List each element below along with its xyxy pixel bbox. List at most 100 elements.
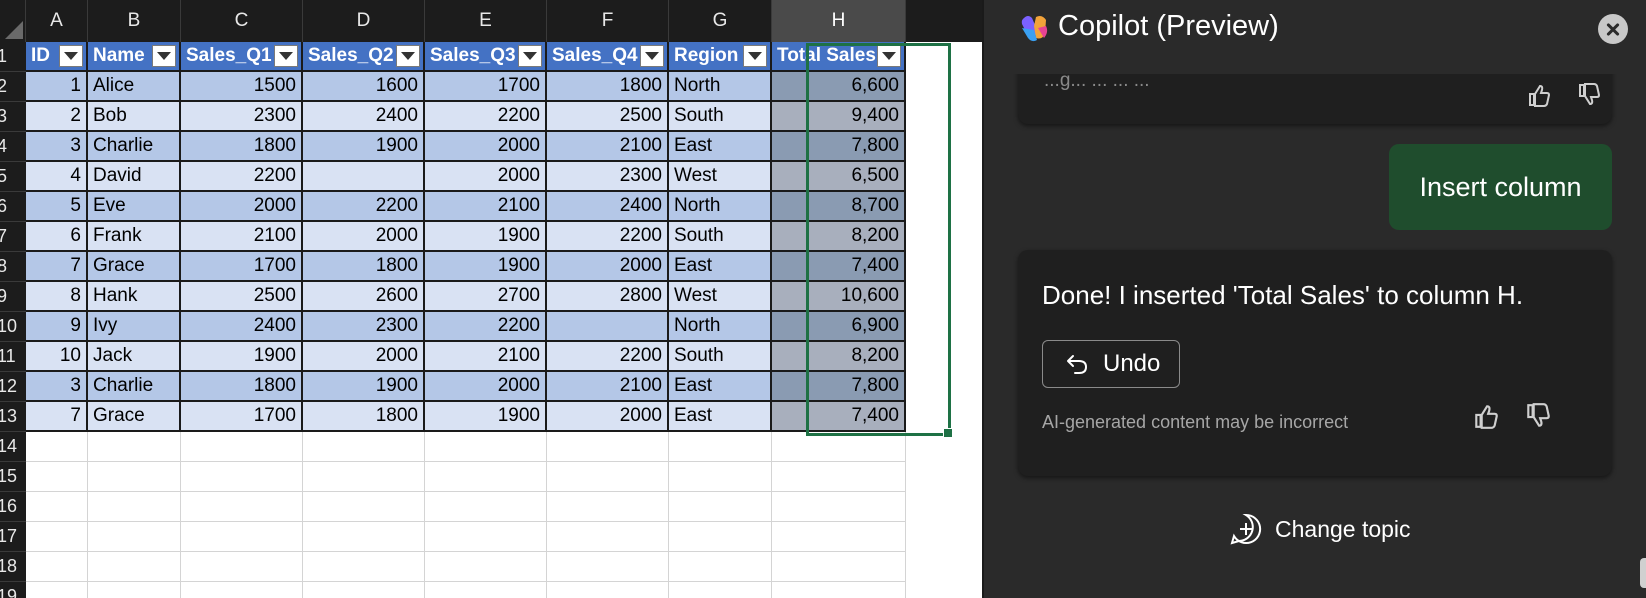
table-cell[interactable]: 7,800	[772, 132, 906, 162]
empty-cell[interactable]	[669, 492, 772, 522]
column-header-b[interactable]: B	[88, 0, 181, 42]
table-cell[interactable]: North	[669, 312, 772, 342]
empty-cell[interactable]	[425, 492, 547, 522]
table-cell[interactable]: Frank	[88, 222, 181, 252]
table-cell[interactable]: 6,900	[772, 312, 906, 342]
table-cell[interactable]: 2000	[303, 222, 425, 252]
column-header-a[interactable]: A	[26, 0, 88, 42]
table-cell[interactable]: 6,500	[772, 162, 906, 192]
empty-cell[interactable]	[772, 462, 906, 492]
thumbs-up-icon[interactable]	[1526, 82, 1552, 108]
table-cell[interactable]: 2400	[547, 192, 669, 222]
empty-cell[interactable]	[181, 582, 303, 598]
row-header[interactable]: 14	[0, 432, 26, 462]
table-cell[interactable]: 7,400	[772, 402, 906, 432]
filter-dropdown-icon[interactable]	[518, 45, 542, 67]
empty-cell[interactable]	[772, 432, 906, 462]
empty-cell[interactable]	[26, 492, 88, 522]
empty-cell[interactable]	[181, 462, 303, 492]
table-cell[interactable]: 1900	[425, 402, 547, 432]
empty-cell[interactable]	[88, 432, 181, 462]
table-cell[interactable]: 2500	[547, 102, 669, 132]
row-header[interactable]: 9	[0, 282, 26, 312]
table-cell[interactable]: 2100	[181, 222, 303, 252]
filter-dropdown-icon[interactable]	[59, 45, 83, 67]
filter-dropdown-icon[interactable]	[640, 45, 664, 67]
empty-cell[interactable]	[181, 432, 303, 462]
table-cell[interactable]: 3	[26, 132, 88, 162]
row-header[interactable]: 16	[0, 492, 26, 522]
empty-cell[interactable]	[547, 552, 669, 582]
empty-cell[interactable]	[26, 522, 88, 552]
table-cell[interactable]: 1900	[303, 132, 425, 162]
table-cell[interactable]: 2300	[303, 312, 425, 342]
table-cell[interactable]: 2100	[547, 132, 669, 162]
empty-cell[interactable]	[88, 492, 181, 522]
table-cell[interactable]: 1700	[425, 72, 547, 102]
column-header-d[interactable]: D	[303, 0, 425, 42]
fill-handle[interactable]	[943, 428, 953, 438]
empty-cell[interactable]	[772, 522, 906, 552]
empty-cell[interactable]	[303, 552, 425, 582]
table-cell[interactable]: 1900	[425, 222, 547, 252]
table-cell[interactable]: 8	[26, 282, 88, 312]
table-cell[interactable]: 6	[26, 222, 88, 252]
empty-cell[interactable]	[303, 522, 425, 552]
empty-cell[interactable]	[669, 552, 772, 582]
table-cell[interactable]: 2700	[425, 282, 547, 312]
select-all-corner[interactable]	[0, 0, 26, 42]
empty-cell[interactable]	[26, 582, 88, 598]
table-cell[interactable]: 2200	[425, 312, 547, 342]
empty-cell[interactable]	[181, 522, 303, 552]
table-cell[interactable]: East	[669, 372, 772, 402]
row-header[interactable]: 18	[0, 552, 26, 582]
table-cell[interactable]: 1800	[303, 402, 425, 432]
filter-dropdown-icon[interactable]	[152, 45, 176, 67]
table-cell[interactable]: 10,600	[772, 282, 906, 312]
table-cell[interactable]: 2000	[181, 192, 303, 222]
header-cell[interactable]: Region	[669, 42, 772, 72]
empty-cell[interactable]	[26, 462, 88, 492]
table-cell[interactable]: 8,700	[772, 192, 906, 222]
table-cell[interactable]: Charlie	[88, 372, 181, 402]
filter-dropdown-icon[interactable]	[396, 45, 420, 67]
empty-cell[interactable]	[669, 462, 772, 492]
table-cell[interactable]: 2500	[181, 282, 303, 312]
table-cell[interactable]: Grace	[88, 402, 181, 432]
table-cell[interactable]: 4	[26, 162, 88, 192]
table-cell[interactable]: 1800	[181, 372, 303, 402]
row-header[interactable]: 15	[0, 462, 26, 492]
table-cell[interactable]: West	[669, 282, 772, 312]
row-header[interactable]: 4	[0, 132, 26, 162]
table-cell[interactable]	[547, 312, 669, 342]
filter-dropdown-icon[interactable]	[877, 45, 901, 67]
header-cell[interactable]: Sales_Q3	[425, 42, 547, 72]
empty-cell[interactable]	[88, 462, 181, 492]
thumbs-down-icon[interactable]	[1524, 402, 1552, 430]
table-cell[interactable]: David	[88, 162, 181, 192]
thumbs-down-icon[interactable]	[1576, 82, 1602, 108]
table-cell[interactable]: 2400	[181, 312, 303, 342]
table-cell[interactable]: 2000	[303, 342, 425, 372]
table-cell[interactable]: 1900	[303, 372, 425, 402]
table-cell[interactable]: 1800	[547, 72, 669, 102]
table-cell[interactable]: 2800	[547, 282, 669, 312]
empty-cell[interactable]	[669, 522, 772, 552]
table-cell[interactable]: Eve	[88, 192, 181, 222]
table-cell[interactable]: 1800	[181, 132, 303, 162]
empty-cell[interactable]	[547, 582, 669, 598]
table-cell[interactable]	[303, 162, 425, 192]
table-cell[interactable]: 2200	[547, 222, 669, 252]
table-cell[interactable]: 6,600	[772, 72, 906, 102]
row-header[interactable]: 12	[0, 372, 26, 402]
table-cell[interactable]: 2100	[547, 372, 669, 402]
table-cell[interactable]: 2400	[303, 102, 425, 132]
table-cell[interactable]: 1900	[181, 342, 303, 372]
empty-cell[interactable]	[425, 462, 547, 492]
column-header-h[interactable]: H	[772, 0, 906, 42]
row-header[interactable]: 19	[0, 582, 26, 598]
table-cell[interactable]: Ivy	[88, 312, 181, 342]
table-cell[interactable]: Jack	[88, 342, 181, 372]
spreadsheet[interactable]: ABCDEFGH 12345678910111213141516171819 I…	[0, 0, 982, 598]
table-cell[interactable]: 2000	[547, 252, 669, 282]
